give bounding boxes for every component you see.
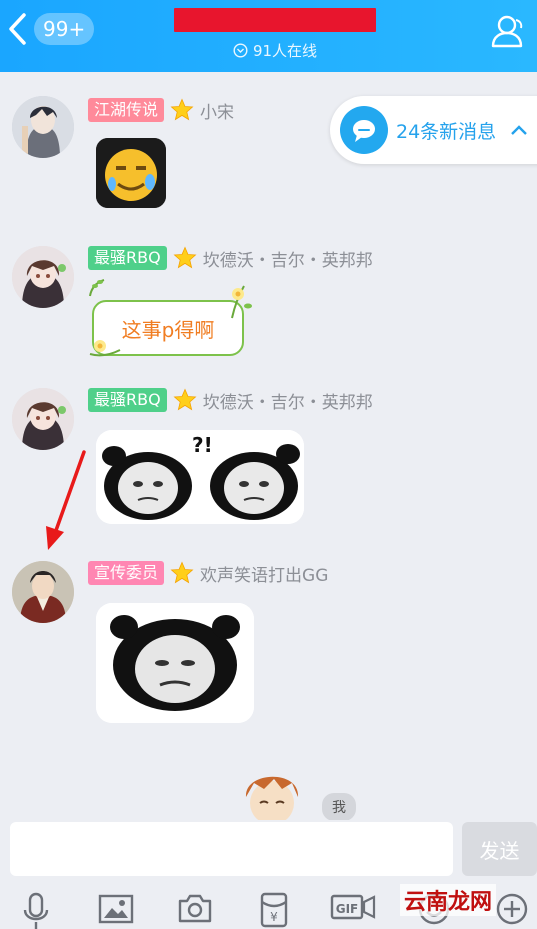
group-members-icon[interactable] — [487, 12, 527, 52]
svg-text:¥: ¥ — [270, 910, 278, 924]
sticker-caption: ?! — [192, 433, 213, 457]
message-meta: 宣传委员 欢声笑语打出GG — [88, 559, 328, 587]
image-icon — [98, 894, 134, 924]
star-icon — [170, 561, 194, 584]
flower-decoration-icon — [231, 285, 252, 319]
message-meta: 最骚RBQ 坎德沃・吉尔・英邦邦 — [88, 244, 373, 272]
back-button[interactable]: 99+ — [6, 12, 95, 46]
online-status[interactable]: 91人在线 — [170, 40, 380, 61]
chat-header: 99+ 91人在线 — [0, 0, 537, 72]
plus-icon — [496, 893, 528, 925]
member-title-tag: 最骚RBQ — [88, 388, 167, 412]
watermark-logo: 云南龙网 — [400, 884, 497, 916]
camera-button[interactable] — [173, 892, 217, 929]
redacted-title — [174, 8, 376, 32]
gif-icon: GIF — [330, 894, 376, 920]
sticker-message[interactable] — [96, 603, 254, 723]
sticker-message[interactable]: ?! — [96, 430, 304, 524]
self-label: 我 — [322, 793, 356, 821]
avatar[interactable] — [12, 246, 74, 308]
avatar[interactable] — [12, 561, 74, 623]
flower-decoration-icon — [89, 340, 121, 357]
message-input[interactable] — [10, 822, 453, 876]
new-messages-button[interactable]: 24条新消息 — [330, 96, 537, 164]
send-button[interactable]: 发送 — [462, 822, 537, 876]
image-button[interactable] — [94, 892, 138, 929]
member-title-tag: 最骚RBQ — [88, 246, 167, 270]
unread-badge: 99+ — [34, 13, 95, 45]
chevron-circle-icon — [233, 43, 248, 58]
star-icon — [173, 388, 197, 411]
composer: 发送 — [0, 820, 537, 880]
member-title-tag: 宣传委员 — [88, 561, 165, 585]
nickname: 坎德沃・吉尔・英邦邦 — [202, 250, 373, 271]
red-arrow-annotation — [46, 450, 86, 550]
chat-bubble-icon — [340, 106, 388, 154]
nickname: 欢声笑语打出GG — [200, 565, 329, 586]
red-packet-icon: ¥ — [260, 892, 288, 928]
gif-button[interactable]: GIF — [330, 892, 376, 929]
camera-icon — [178, 894, 212, 923]
red-packet-button[interactable]: ¥ — [252, 892, 296, 929]
chevron-up-icon — [511, 125, 528, 135]
mic-icon — [23, 892, 49, 929]
nickname: 坎德沃・吉尔・英邦邦 — [202, 392, 373, 413]
member-title-tag: 江湖传说 — [88, 98, 165, 122]
mic-button[interactable] — [14, 892, 58, 929]
chevron-left-icon — [9, 13, 26, 45]
new-messages-label: 24条新消息 — [396, 120, 497, 143]
nickname: 小宋 — [200, 102, 235, 123]
more-button[interactable] — [490, 892, 534, 929]
flower-decoration-icon — [89, 279, 105, 297]
online-count: 91人在线 — [252, 42, 318, 60]
message-meta: 最骚RBQ 坎德沃・吉尔・英邦邦 — [88, 386, 373, 414]
avatar[interactable] — [12, 388, 74, 450]
message-text: 这事p得啊 — [121, 317, 215, 342]
sticker-message[interactable] — [96, 138, 166, 208]
star-icon — [170, 98, 194, 121]
group-title: 91人在线 — [170, 8, 380, 61]
self-avatar-peek — [245, 776, 299, 823]
star-icon — [173, 246, 197, 269]
svg-text:GIF: GIF — [336, 902, 359, 916]
avatar[interactable] — [12, 96, 74, 158]
message-meta: 江湖传说 小宋 — [88, 96, 234, 124]
